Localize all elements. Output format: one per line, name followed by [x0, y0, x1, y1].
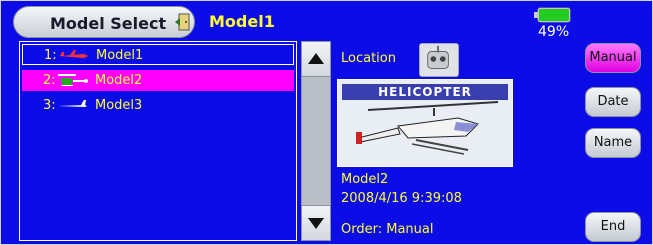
- sort-date-button[interactable]: Date: [585, 87, 641, 117]
- scroll-down-button[interactable]: [302, 205, 330, 240]
- glider-icon: [58, 100, 87, 107]
- location-label: Location: [341, 51, 396, 66]
- airplane-icon: [60, 50, 88, 58]
- detail-model-name: Model2: [341, 172, 389, 187]
- model-select-screen: Model Select Model1 49% 1: Model1 2: Mod…: [0, 0, 653, 245]
- list-item-number: 3:: [43, 98, 56, 113]
- current-model-name: Model1: [209, 12, 275, 31]
- helicopter-icon: [58, 74, 88, 86]
- model-thumbnail: HELICOPTER: [337, 79, 513, 167]
- sort-name-button[interactable]: Name: [585, 128, 641, 158]
- sort-order-label: Order: Manual: [341, 222, 434, 237]
- battery-icon: [534, 7, 571, 23]
- model-select-title-button[interactable]: Model Select: [13, 6, 195, 38]
- end-button[interactable]: End: [585, 212, 641, 242]
- model-list: 1: Model1 2: Model2 3: Model3: [19, 41, 297, 241]
- helicopter-picture: [356, 101, 499, 155]
- arrow-down-icon: [308, 218, 324, 229]
- list-item-name: Model1: [96, 48, 144, 63]
- transmitter-icon: [427, 45, 449, 69]
- list-item[interactable]: 2: Model2: [22, 70, 294, 91]
- scroll-up-button[interactable]: [302, 42, 330, 77]
- arrow-up-icon: [308, 53, 324, 64]
- exit-door-icon: [175, 13, 190, 31]
- detail-date: 2008/4/16 9:39:08: [341, 191, 462, 206]
- sort-manual-button[interactable]: Manual: [585, 43, 641, 73]
- battery-percent: 49%: [538, 24, 570, 40]
- list-item-number: 2:: [43, 73, 56, 88]
- location-selector[interactable]: [419, 43, 459, 77]
- list-item-name: Model2: [95, 73, 143, 88]
- list-item-number: 1:: [44, 48, 57, 63]
- list-item[interactable]: 3: Model3: [22, 95, 294, 116]
- page-title: Model Select: [50, 14, 167, 33]
- list-item[interactable]: 1: Model1: [22, 44, 294, 65]
- list-scrollbar[interactable]: [301, 41, 331, 241]
- list-item-name: Model3: [95, 98, 143, 113]
